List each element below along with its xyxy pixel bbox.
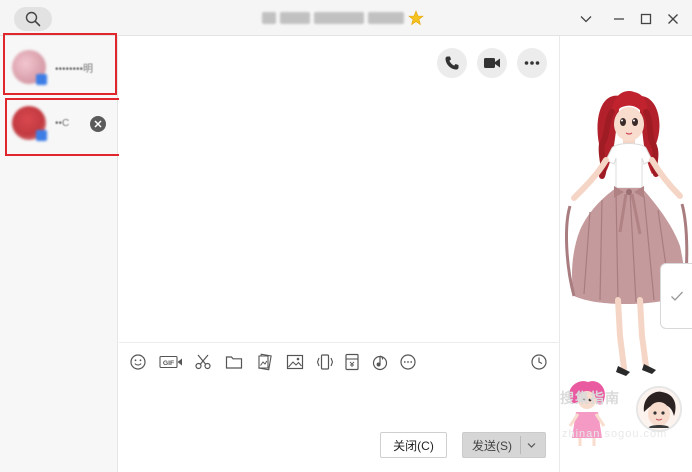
chevron-down-button[interactable] [576, 9, 596, 29]
close-chat-label: 关闭(C) [393, 438, 434, 453]
screenshot-button[interactable] [193, 352, 213, 372]
watermark-text: 搜集指南 [560, 390, 620, 406]
title-bar: •••••••• [0, 0, 692, 36]
search-icon [25, 11, 41, 27]
maximize-button[interactable] [636, 9, 656, 29]
window-title: •••••••• [262, 9, 424, 27]
message-history-button[interactable] [529, 352, 549, 372]
close-window-button[interactable] [663, 9, 683, 29]
voice-call-button[interactable] [437, 48, 467, 78]
more-tools-button[interactable] [398, 352, 418, 372]
send-file-button[interactable] [224, 352, 244, 372]
check-icon [670, 291, 683, 301]
red-packet-icon [345, 353, 359, 371]
send-button[interactable]: 发送(S) [462, 432, 546, 458]
gif-icon: GIF [159, 355, 182, 369]
more-icon [524, 61, 540, 65]
minimize-icon [614, 18, 624, 20]
music-button[interactable] [370, 352, 390, 372]
sticker-icon [258, 353, 272, 371]
star-icon [408, 10, 424, 26]
show-panel: 搜集指南 zhinan.sogou.com [560, 36, 692, 472]
message-toolbar: GIF [119, 342, 560, 380]
minimize-button[interactable] [609, 9, 629, 29]
remove-contact-button[interactable] [90, 116, 106, 132]
character-illustration [565, 91, 689, 376]
chevron-down-icon [580, 16, 592, 23]
close-icon [668, 14, 678, 24]
search-button[interactable] [14, 7, 52, 31]
shake-window-button[interactable] [315, 352, 335, 372]
gif-label: GIF [163, 360, 174, 367]
highlight-box-contact-1 [3, 33, 117, 95]
video-call-button[interactable] [477, 48, 507, 78]
more-icon [400, 354, 416, 370]
maximize-icon [640, 13, 652, 25]
clock-icon [531, 354, 547, 370]
send-label: 发送(S) [472, 438, 512, 453]
highlight-box-contact-2 [5, 98, 126, 156]
music-icon [372, 355, 388, 371]
image-button[interactable] [285, 352, 305, 372]
chat-panel: GIF 关闭(C) 发送(S) [119, 36, 560, 472]
image-icon [286, 354, 304, 370]
sticker-button[interactable] [255, 352, 275, 372]
emoji-button[interactable] [128, 352, 148, 372]
close-chat-button[interactable]: 关闭(C) [380, 432, 447, 458]
assistant-avatar[interactable] [636, 386, 682, 432]
screenshot-scissors-icon [195, 354, 211, 370]
close-icon [94, 120, 102, 128]
red-packet-button[interactable] [342, 352, 362, 372]
emoji-icon [130, 354, 146, 370]
video-icon [484, 58, 500, 68]
chevron-down-icon[interactable] [527, 441, 536, 450]
shake-window-icon [316, 354, 334, 370]
collapse-show-tab[interactable] [660, 263, 692, 329]
more-options-button[interactable] [517, 48, 547, 78]
phone-icon [445, 56, 459, 70]
assistant-avatar-image [638, 388, 680, 430]
gif-button[interactable]: GIF [159, 352, 183, 372]
folder-icon [225, 356, 243, 369]
